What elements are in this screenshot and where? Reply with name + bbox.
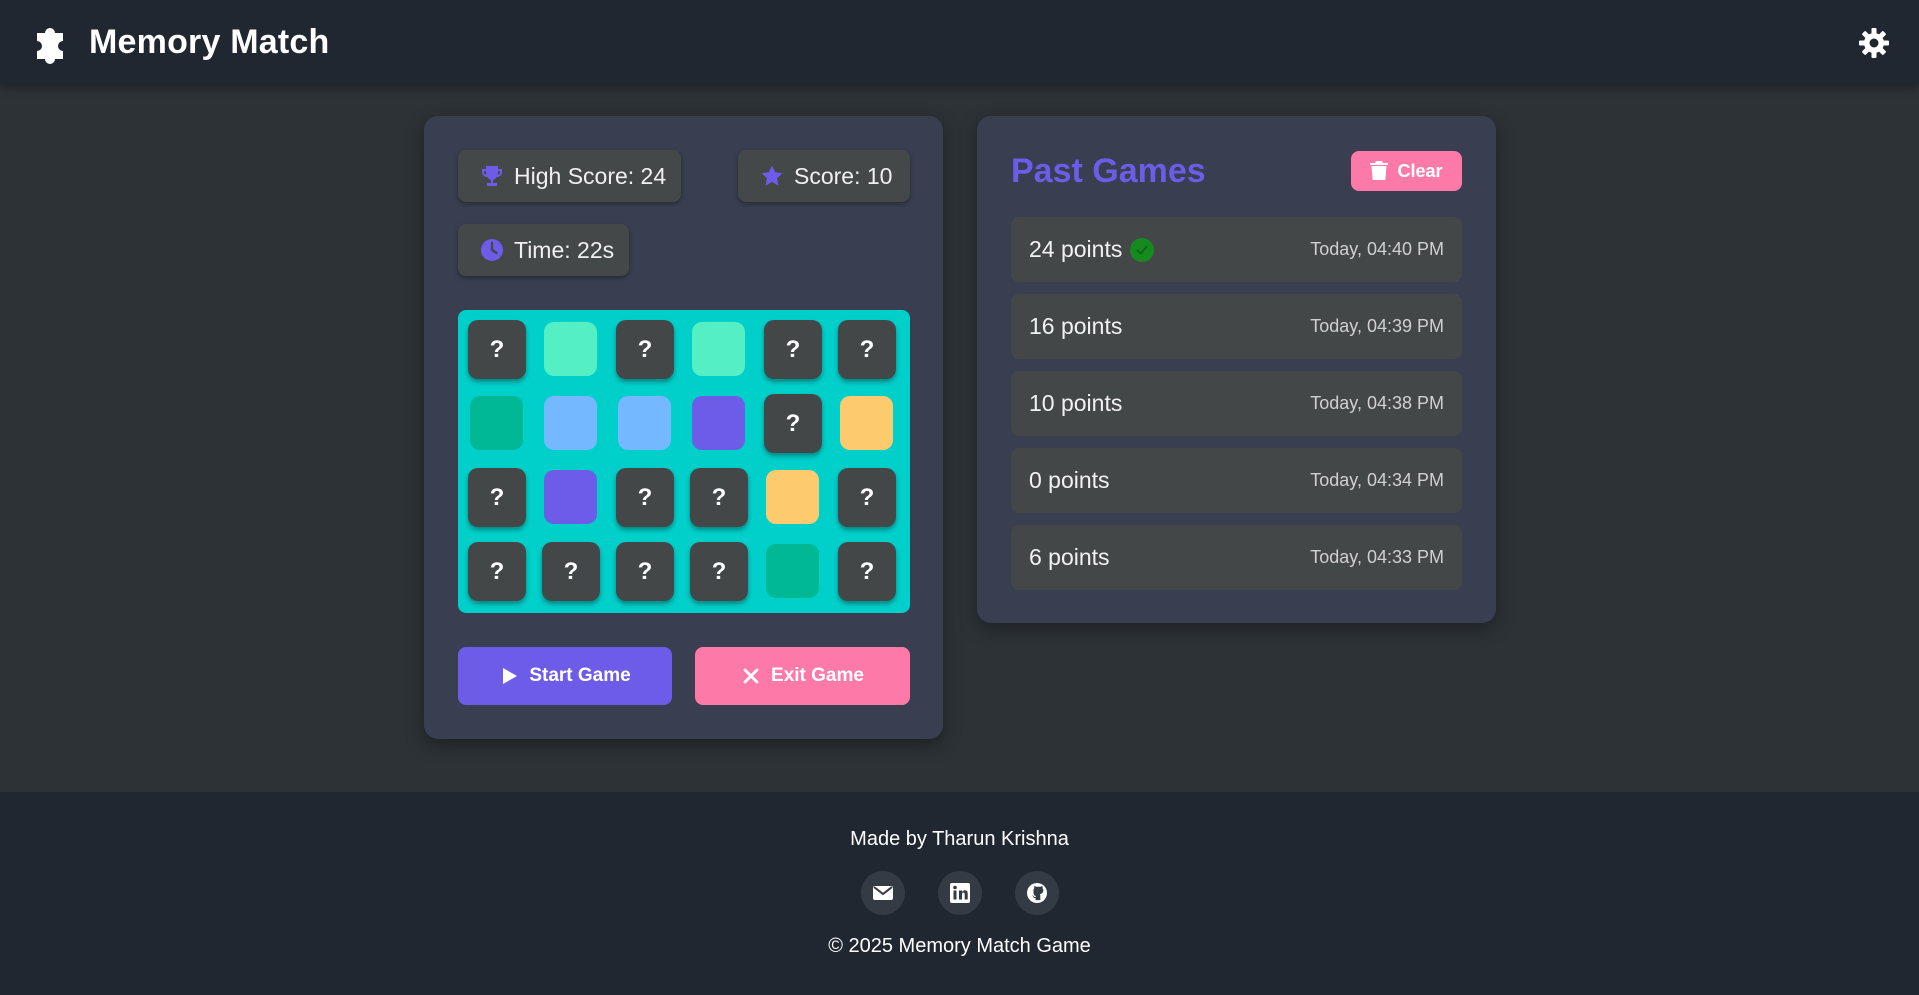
app-header: Memory Match [0,0,1919,85]
time-text: Time: 22s [514,236,615,263]
hidden-card[interactable]: ? [690,468,748,527]
hidden-card[interactable]: ? [616,542,674,601]
gear-icon[interactable] [1858,27,1890,59]
revealed-card[interactable] [470,396,523,450]
exit-game-label: Exit Game [771,665,864,686]
revealed-card[interactable] [618,396,671,450]
puzzle-piece-icon [37,27,63,64]
start-game-label: Start Game [529,665,631,686]
hidden-card[interactable]: ? [616,468,674,527]
revealed-card[interactable] [544,470,597,524]
clock-icon [481,239,503,261]
hidden-card[interactable]: ? [468,542,526,601]
github-link[interactable] [1015,871,1059,915]
past-game-time: Today, 04:38 PM [1310,393,1444,413]
brand: Memory Match [31,21,329,65]
hidden-card[interactable]: ? [690,542,748,601]
revealed-card[interactable] [544,396,597,450]
past-game-points: 24 points [1029,236,1155,263]
high-score-badge: High Score: 24 [458,150,681,202]
trophy-icon [482,166,502,186]
hidden-card[interactable]: ? [468,468,526,527]
past-game-points: 16 points [1029,313,1122,340]
hidden-card[interactable]: ? [542,542,600,601]
play-icon [503,668,518,684]
hidden-card[interactable]: ? [838,320,896,379]
hidden-card[interactable]: ? [838,468,896,527]
high-score-text: High Score: 24 [514,162,667,189]
revealed-card[interactable] [840,396,893,450]
start-game-button[interactable]: Start Game [458,647,672,705]
hidden-card[interactable]: ? [616,320,674,379]
hidden-card[interactable]: ? [838,542,896,601]
footer-copyright: © 2025 Memory Match Game [828,935,1091,957]
points-text: 24 points [1029,236,1123,262]
past-game-points: 6 points [1029,544,1110,571]
hidden-card[interactable]: ? [764,320,822,379]
past-game-time: Today, 04:39 PM [1310,316,1444,336]
score-badge: Score: 10 [738,150,910,202]
past-game-points: 0 points [1029,467,1110,494]
revealed-card[interactable] [544,322,597,376]
hidden-card[interactable]: ? [468,320,526,379]
star-icon [761,165,783,186]
clear-history-button[interactable]: Clear [1351,151,1462,191]
github-icon [1027,883,1047,903]
past-game-row: 10 points Today, 04:38 PM [1011,371,1462,436]
linkedin-icon [950,883,970,903]
footer-credit: Made by Tharun Krishna [850,828,1069,850]
past-games-panel: Past Games Clear 24 points Today, 04:40 P… [977,116,1496,623]
clear-label: Clear [1397,160,1443,181]
email-link[interactable] [861,871,905,915]
card-board: ?????????????? [458,310,910,613]
past-game-row: 16 points Today, 04:39 PM [1011,294,1462,359]
past-game-row: 6 points Today, 04:33 PM [1011,525,1462,590]
points-text: 16 points [1029,313,1123,339]
past-game-time: Today, 04:34 PM [1310,470,1444,490]
revealed-card[interactable] [692,322,745,376]
app-title: Memory Match [89,23,330,61]
past-game-time: Today, 04:40 PM [1310,239,1444,259]
score-text: Score: 10 [794,162,893,189]
past-game-time: Today, 04:33 PM [1310,547,1444,567]
email-icon [873,886,893,900]
revealed-card[interactable] [766,544,819,598]
close-icon [743,668,759,684]
exit-game-button[interactable]: Exit Game [695,647,910,705]
hidden-card[interactable]: ? [764,394,822,453]
past-game-row: 24 points Today, 04:40 PM [1011,217,1462,282]
past-games-title: Past Games [1011,152,1206,190]
timer-badge: Time: 22s [458,224,629,276]
trash-icon [1370,161,1389,180]
points-text: 6 points [1029,544,1110,570]
game-panel: High Score: 24 Score: 10 Time: 22s ?????… [424,116,943,739]
revealed-card[interactable] [692,396,745,450]
revealed-card[interactable] [766,470,819,524]
past-game-points: 10 points [1029,390,1122,417]
linkedin-link[interactable] [938,871,982,915]
past-game-row: 0 points Today, 04:34 PM [1011,448,1462,513]
points-text: 10 points [1029,390,1123,416]
points-text: 0 points [1029,467,1110,493]
best-score-check-icon [1130,237,1155,262]
